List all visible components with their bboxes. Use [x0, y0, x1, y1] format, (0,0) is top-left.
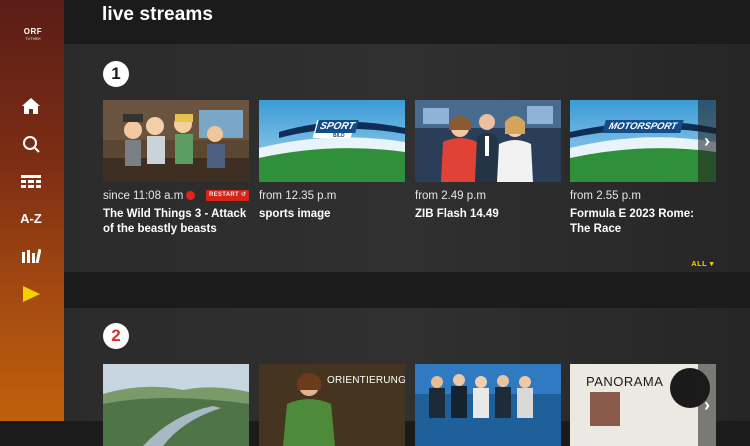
- search-icon: [23, 136, 40, 153]
- scroll-right-button-row-2[interactable]: ›: [698, 364, 716, 446]
- home-icon: [22, 98, 40, 114]
- archive-icon: [22, 249, 41, 263]
- sport-image: [259, 100, 405, 182]
- scroll-right-button[interactable]: ›: [698, 100, 716, 182]
- restart-button[interactable]: RESTART ↺: [206, 190, 250, 201]
- sport-banner-sub: BILD: [333, 133, 345, 139]
- az-icon: A-Z: [20, 210, 42, 226]
- thumbnail-news[interactable]: [415, 100, 561, 182]
- chevron-right-icon: ›: [704, 130, 710, 151]
- live-play-icon: [23, 286, 40, 302]
- stream-card-1[interactable]: since 11:08 a.m RESTART ↺ The Wild Thing…: [103, 100, 250, 237]
- studio-group-image: [415, 364, 561, 446]
- live-indicator-icon: [186, 191, 196, 200]
- show-all-button[interactable]: ALL ▾: [691, 259, 714, 268]
- chevron-down-icon: ▾: [709, 259, 714, 268]
- thumbnail-panorama[interactable]: PANORAMA ›: [570, 364, 716, 446]
- nav-live[interactable]: [18, 283, 44, 305]
- news-studio-image: [415, 100, 561, 182]
- logo-subtitle: TVTHEK: [25, 36, 41, 41]
- card-title: sports image: [259, 208, 331, 220]
- motorsport-banner: MOTORSPORT: [602, 120, 684, 133]
- stream-card-5[interactable]: [103, 364, 249, 446]
- cartoon-image: [103, 100, 249, 182]
- panorama-banner: PANORAMA: [586, 374, 664, 389]
- thumbnail-sport[interactable]: SPORT BILD: [259, 100, 405, 182]
- nav-a-z[interactable]: A-Z: [18, 207, 44, 229]
- card-title: The Wild Things 3 - Attack of the beastl…: [103, 208, 247, 235]
- chevron-right-icon: ›: [704, 394, 710, 415]
- orf-logo[interactable]: ORF TVTHEK: [20, 28, 46, 42]
- thumbnail-studio[interactable]: [415, 364, 561, 446]
- card-time: from 12.35 p.m: [259, 190, 337, 202]
- card-title: Formula E 2023 Rome: The Race: [570, 208, 694, 235]
- thumbnail-landscape[interactable]: [103, 364, 249, 446]
- stream-card-8[interactable]: PANORAMA ›: [570, 364, 716, 446]
- card-time: from 2.55 p.m: [570, 190, 641, 202]
- nav-home[interactable]: [18, 95, 44, 117]
- restart-label: RESTART: [209, 192, 239, 198]
- card-time-row: since 11:08 a.m RESTART ↺: [103, 190, 250, 204]
- page-title: live streams: [102, 4, 214, 25]
- stream-card-2[interactable]: SPORT BILD from 12.35 p.m sports image: [259, 100, 405, 222]
- motorsport-image: [570, 100, 716, 182]
- sport-banner-label: SPORT: [315, 120, 360, 133]
- rank-badge-1: 1: [103, 61, 129, 87]
- card-time: since 11:08 a.m: [103, 190, 184, 202]
- orientierung-banner: ORIENTIERUNG: [327, 375, 405, 386]
- rank-badge-2: 2: [103, 323, 129, 349]
- stream-card-6[interactable]: ORIENTIERUNG: [259, 364, 405, 446]
- card-time: from 2.49 p.m: [415, 190, 486, 202]
- show-all-label: ALL: [691, 259, 708, 268]
- sidebar: ORF TVTHEK A-Z: [0, 0, 64, 421]
- thumbnail-orientierung[interactable]: ORIENTIERUNG: [259, 364, 405, 446]
- nav-archive[interactable]: [18, 245, 44, 267]
- stream-card-4[interactable]: MOTORSPORT › from 2.55 p.m Formula E 202…: [570, 100, 716, 237]
- stream-card-7[interactable]: [415, 364, 561, 446]
- card-title: ZIB Flash 14.49: [415, 208, 499, 220]
- nav-schedule[interactable]: [18, 171, 44, 193]
- nav-search[interactable]: [18, 133, 44, 155]
- logo-brand: ORF: [23, 27, 43, 36]
- thumbnail-cartoon[interactable]: [103, 100, 249, 182]
- thumbnail-motorsport[interactable]: MOTORSPORT ›: [570, 100, 716, 182]
- stream-card-3[interactable]: from 2.49 p.m ZIB Flash 14.49: [415, 100, 561, 222]
- landscape-image: [103, 364, 249, 446]
- main-content: live streams 1 since 11:08 a.m RESTART ↺…: [64, 0, 750, 446]
- schedule-icon: [21, 175, 41, 188]
